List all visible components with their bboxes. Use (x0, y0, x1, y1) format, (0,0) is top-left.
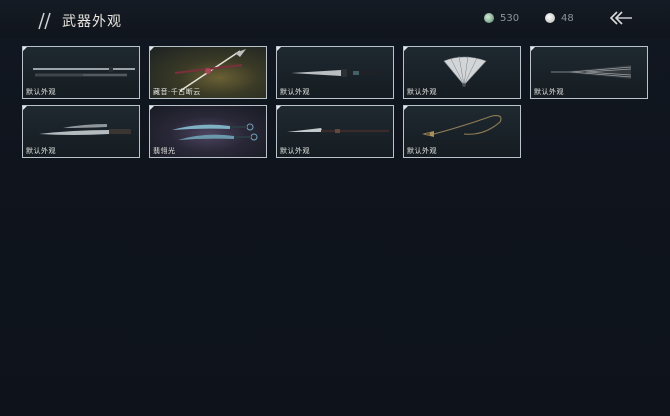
pearl-coin-icon (545, 13, 555, 23)
weapon-appearance-screen: 武器外观 530 48 默认外观 藏音·千古断云 默认外观 默认外观 默认外观 … (0, 0, 670, 416)
back-arrow-icon[interactable] (608, 8, 634, 28)
weapon-card-label: 默认外观 (26, 88, 56, 96)
weapon-card[interactable]: 默认外观 (530, 46, 648, 99)
weapon-card-label: 默认外观 (534, 88, 564, 96)
page-title: 武器外观 (62, 14, 122, 30)
weapon-card-label: 默认外观 (280, 88, 310, 96)
weapon-card-label: 默认外观 (407, 147, 437, 155)
jade-currency-amount: 530 (500, 12, 520, 24)
weapon-card-label: 默认外观 (26, 147, 56, 155)
pearl-currency-amount: 48 (561, 12, 574, 24)
weapon-card[interactable]: 默认外观 (403, 46, 521, 99)
weapon-card[interactable]: 默认外观 (22, 46, 140, 99)
weapon-card-label: 默认外观 (280, 147, 310, 155)
title-slash-icon (38, 12, 51, 30)
weapon-card[interactable]: 翡翎光 (149, 105, 267, 158)
top-bar: 武器外观 530 48 (0, 0, 670, 38)
pearl-currency: 48 (545, 10, 574, 26)
weapon-card-label: 翡翎光 (153, 147, 176, 155)
weapon-card-label: 默认外观 (407, 88, 437, 96)
weapon-card[interactable]: 默认外观 (276, 105, 394, 158)
weapon-grid: 默认外观 藏音·千古断云 默认外观 默认外观 默认外观 默认外观 翡翎光 默认外… (22, 46, 662, 166)
weapon-card[interactable]: 默认外观 (403, 105, 521, 158)
weapon-card[interactable]: 默认外观 (22, 105, 140, 158)
weapon-card-label: 藏音·千古断云 (153, 88, 201, 96)
weapon-card[interactable]: 默认外观 (276, 46, 394, 99)
jade-currency: 530 (484, 10, 519, 26)
jade-coin-icon (484, 13, 494, 23)
weapon-card[interactable]: 藏音·千古断云 (149, 46, 267, 99)
